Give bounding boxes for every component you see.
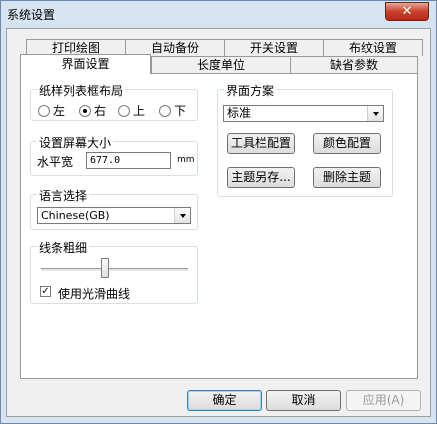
radio-top-label: 上 bbox=[133, 104, 146, 118]
line-thickness-slider-track[interactable] bbox=[41, 268, 188, 272]
apply-button[interactable]: 应用(A) bbox=[346, 390, 421, 411]
save-theme-as-button[interactable]: 主题另存... bbox=[227, 167, 295, 188]
settings-dialog: 系统设置 ✕ 打印绘图 自动备份 开关设置 布纹设置 长度单位 缺省参数 界面设… bbox=[0, 0, 437, 424]
radio-left-label: 左 bbox=[53, 104, 66, 118]
language-group-title: 语言选择 bbox=[37, 187, 90, 204]
scheme-select-value: 标准 bbox=[227, 106, 252, 120]
radio-right-label: 右 bbox=[94, 104, 107, 118]
close-icon: ✕ bbox=[401, 4, 413, 19]
radio-left[interactable]: 左 bbox=[38, 102, 65, 119]
chevron-down-icon bbox=[372, 111, 379, 116]
line-thickness-group-title: 线条粗细 bbox=[37, 239, 90, 256]
radio-right[interactable]: 右 bbox=[79, 102, 106, 119]
line-thickness-slider-thumb[interactable] bbox=[101, 258, 109, 278]
radio-bottom-circle[interactable] bbox=[159, 104, 171, 117]
tab-switch[interactable]: 开关设置 bbox=[224, 39, 324, 56]
scheme-select[interactable]: 标准 bbox=[223, 105, 384, 122]
tab-texture[interactable]: 布纹设置 bbox=[323, 39, 423, 56]
screen-size-group-title: 设置屏幕大小 bbox=[37, 134, 114, 151]
unit-label: mm bbox=[177, 155, 195, 165]
radio-right-circle[interactable] bbox=[79, 104, 91, 117]
layout-group-title: 纸样列表框布局 bbox=[37, 82, 126, 99]
radio-top-circle[interactable] bbox=[118, 104, 130, 117]
toolbar-config-button[interactable]: 工具栏配置 bbox=[227, 133, 295, 154]
scheme-group-title: 界面方案 bbox=[224, 82, 277, 99]
window-title: 系统设置 bbox=[7, 8, 56, 22]
language-dropdown-arrow[interactable] bbox=[174, 208, 190, 223]
ok-button[interactable]: 确定 bbox=[187, 390, 262, 411]
language-select-value: Chinese(GB) bbox=[41, 209, 110, 222]
width-label: 水平宽 bbox=[37, 155, 74, 169]
color-config-button[interactable]: 颜色配置 bbox=[313, 133, 381, 154]
radio-left-circle[interactable] bbox=[38, 104, 50, 117]
tab-default-params[interactable]: 缺省参数 bbox=[290, 56, 418, 73]
title-bar[interactable]: 系统设置 ✕ bbox=[1, 1, 436, 27]
radio-bottom-label: 下 bbox=[174, 104, 187, 118]
chevron-down-icon bbox=[179, 213, 186, 218]
close-button[interactable]: ✕ bbox=[385, 2, 429, 21]
width-input[interactable]: 677.0 bbox=[86, 152, 171, 169]
delete-theme-button[interactable]: 删除主题 bbox=[313, 167, 381, 188]
language-select[interactable]: Chinese(GB) bbox=[37, 207, 191, 224]
smooth-curve-label: 使用光滑曲线 bbox=[58, 287, 131, 301]
radio-top[interactable]: 上 bbox=[118, 102, 145, 119]
cancel-button[interactable]: 取消 bbox=[266, 390, 341, 411]
tab-interface[interactable]: 界面设置 bbox=[20, 54, 151, 74]
tab-length-unit[interactable]: 长度单位 bbox=[151, 56, 291, 73]
scheme-dropdown-arrow[interactable] bbox=[367, 106, 383, 121]
smooth-curve-checkbox[interactable]: ✓ bbox=[40, 286, 51, 297]
radio-bottom[interactable]: 下 bbox=[159, 102, 186, 119]
